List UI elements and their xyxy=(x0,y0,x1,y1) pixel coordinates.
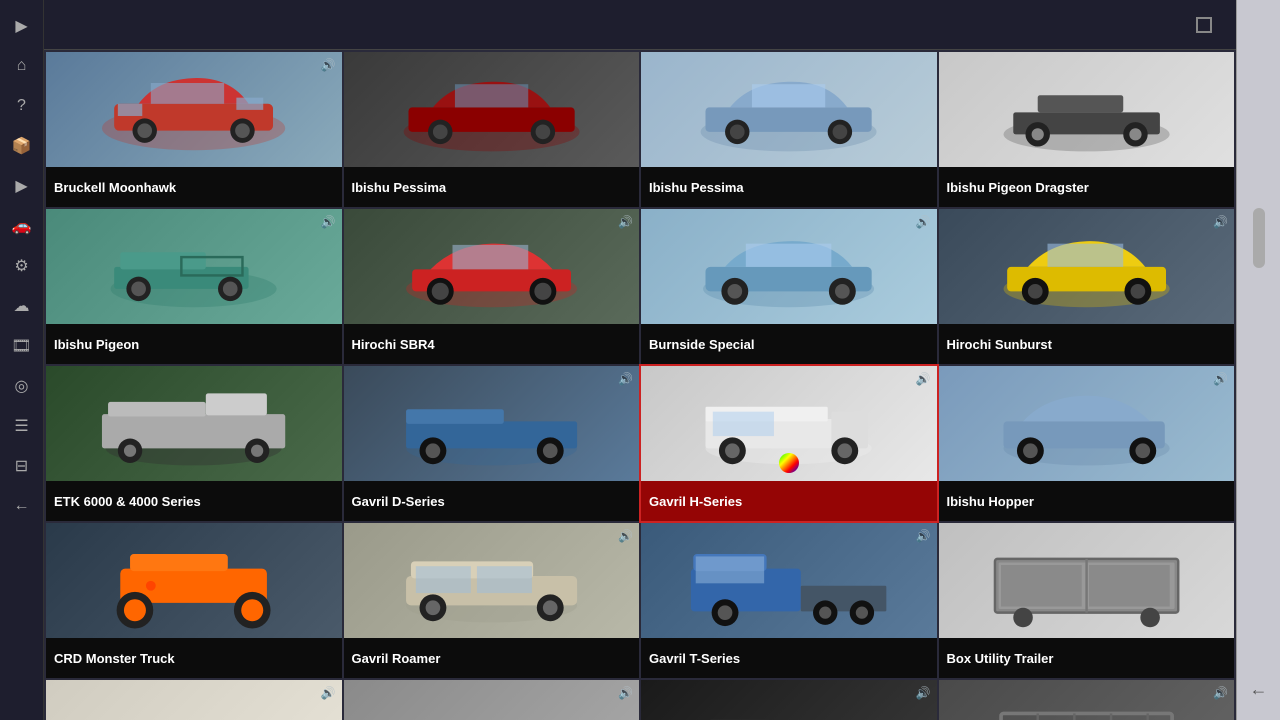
sound-icon: 🔊 xyxy=(1213,372,1228,386)
vehicle-name-label: Hirochi Sunburst xyxy=(939,324,1235,364)
vehicle-card-pigeon-drag[interactable]: Ibishu Pigeon Dragster xyxy=(939,52,1235,207)
sound-icon: 🔊 xyxy=(916,215,931,229)
vehicle-card-pessima2[interactable]: Ibishu Pessima xyxy=(641,52,937,207)
vehicle-card-pigeon[interactable]: 🔊 Ibishu Pigeon xyxy=(46,209,342,364)
load-default-button[interactable] xyxy=(122,21,134,29)
vehicle-name-label: Ibishu Hopper xyxy=(939,481,1235,521)
sound-icon: 🔊 xyxy=(618,215,633,229)
vehicle-card-roamer[interactable]: 🔊 Gavril Roamer xyxy=(344,523,640,678)
sound-icon: 🔊 xyxy=(618,686,633,700)
right-panel: ← xyxy=(1236,0,1280,720)
sidebar-icon-arrow-right[interactable]: ▶ xyxy=(4,8,40,44)
sidebar-icon-back[interactable]: ← xyxy=(4,488,40,524)
vehicle-name-label: Gavril H-Series xyxy=(641,481,937,521)
sound-icon: 🔊 xyxy=(321,215,336,229)
sidebar: ▶ ⌂? 📦 ▶ 🚗 ⚙ ☁ 🎞 ◎ ☰ ⊟ ← xyxy=(0,0,44,720)
vehicle-grid-container[interactable]: 🔊Bruckell MoonhawkIbishu PessimaIbishu P… xyxy=(44,50,1236,720)
vehicle-card-hopper[interactable]: 🔊 Ibishu Hopper xyxy=(939,366,1235,521)
vehicle-name-label: Ibishu Pigeon xyxy=(46,324,342,364)
sound-icon: 🔊 xyxy=(618,529,633,543)
vehicle-name-label: Hirochi SBR4 xyxy=(344,324,640,364)
vehicle-name-label: Bruckell Moonhawk xyxy=(46,167,342,207)
sound-icon: 🔊 xyxy=(321,686,336,700)
vehicle-card-hseries[interactable]: 🔊 Gavril H-Series xyxy=(641,366,937,521)
sidebar-icon-gear[interactable]: ⚙ xyxy=(4,248,40,284)
vehicle-card-box[interactable]: Box Utility Trailer xyxy=(939,523,1235,678)
back-arrow-icon[interactable]: ← xyxy=(1250,679,1268,700)
sidebar-icon-target[interactable]: ◎ xyxy=(4,368,40,404)
vehicle-name-label: Box Utility Trailer xyxy=(939,638,1235,678)
vehicle-card-tseries[interactable]: 🔊 Gavril T-Series xyxy=(641,523,937,678)
vehicle-card-burnside[interactable]: 🔊 Burnside Special xyxy=(641,209,937,364)
sidebar-icon-play[interactable]: ▶ xyxy=(4,168,40,204)
clone-current-button[interactable] xyxy=(154,21,166,29)
vehicle-name-label: Ibishu Pigeon Dragster xyxy=(939,167,1235,207)
vehicle-name-label: Gavril T-Series xyxy=(641,638,937,678)
vehicle-card-etk[interactable]: ETK 6000 & 4000 Series xyxy=(46,366,342,521)
sidebar-icon-car[interactable]: 🚗 xyxy=(4,208,40,244)
vehicle-grid: 🔊Bruckell MoonhawkIbishu PessimaIbishu P… xyxy=(44,50,1236,720)
vehicle-card-sbr4[interactable]: 🔊 Hirochi SBR4 xyxy=(344,209,640,364)
sidebar-icon-film[interactable]: 🎞 xyxy=(4,328,40,364)
overwrite-default-button[interactable] xyxy=(90,21,102,29)
vehicle-name-label: Burnside Special xyxy=(641,324,937,364)
vehicle-name-label: Gavril D-Series xyxy=(344,481,640,521)
color-indicator xyxy=(779,453,799,473)
sidebar-icon-cloud[interactable]: ☁ xyxy=(4,288,40,324)
sound-icon: 🔊 xyxy=(916,529,931,543)
sidebar-icon-sliders[interactable]: ⊟ xyxy=(4,448,40,484)
scroll-indicator xyxy=(1253,208,1265,268)
topbar xyxy=(44,0,1236,50)
sidebar-icon-home[interactable]: ⌂ xyxy=(4,48,40,84)
vehicle-name-label: Ibishu Pessima xyxy=(344,167,640,207)
vehicle-card-monster[interactable]: CRD Monster Truck xyxy=(46,523,342,678)
vehicle-card-moonhawk[interactable]: 🔊 Bruckell Moonhawk xyxy=(46,52,342,207)
remove-others-button[interactable] xyxy=(218,21,230,29)
sound-icon: 🔊 xyxy=(916,372,931,386)
sound-icon: 🔊 xyxy=(1213,215,1228,229)
sound-icon: 🔊 xyxy=(618,372,633,386)
vehicle-card-trailer2[interactable]: 🔊 xyxy=(344,680,640,720)
main-content: 🔊Bruckell MoonhawkIbishu PessimaIbishu P… xyxy=(44,0,1236,720)
vehicle-card-pessima1[interactable]: Ibishu Pessima xyxy=(344,52,640,207)
vehicle-card-creature[interactable]: 🔊 xyxy=(641,680,937,720)
vehicle-card-dseries[interactable]: 🔊 Gavril D-Series xyxy=(344,366,640,521)
sound-icon: 🔊 xyxy=(916,686,931,700)
vehicle-name-label: Ibishu Pessima xyxy=(641,167,937,207)
sound-icon: 🔊 xyxy=(1213,686,1228,700)
vehicle-name-label: ETK 6000 & 4000 Series xyxy=(46,481,342,521)
vehicle-card-sunburst[interactable]: 🔊 Hirochi Sunburst xyxy=(939,209,1235,364)
sound-icon: 🔊 xyxy=(321,58,336,72)
sidebar-icon-question[interactable]: ? xyxy=(4,88,40,124)
sidebar-icon-package[interactable]: 📦 xyxy=(4,128,40,164)
show-filters-checkbox[interactable] xyxy=(1196,17,1212,33)
vehicle-card-trailer1[interactable]: 🔊 xyxy=(46,680,342,720)
remove-current-button[interactable] xyxy=(186,21,198,29)
vehicle-name-label: Gavril Roamer xyxy=(344,638,640,678)
vehicle-card-cage[interactable]: 🔊 xyxy=(939,680,1235,720)
show-filters-toggle[interactable] xyxy=(1196,17,1220,33)
sidebar-icon-list[interactable]: ☰ xyxy=(4,408,40,444)
vehicle-name-label: CRD Monster Truck xyxy=(46,638,342,678)
